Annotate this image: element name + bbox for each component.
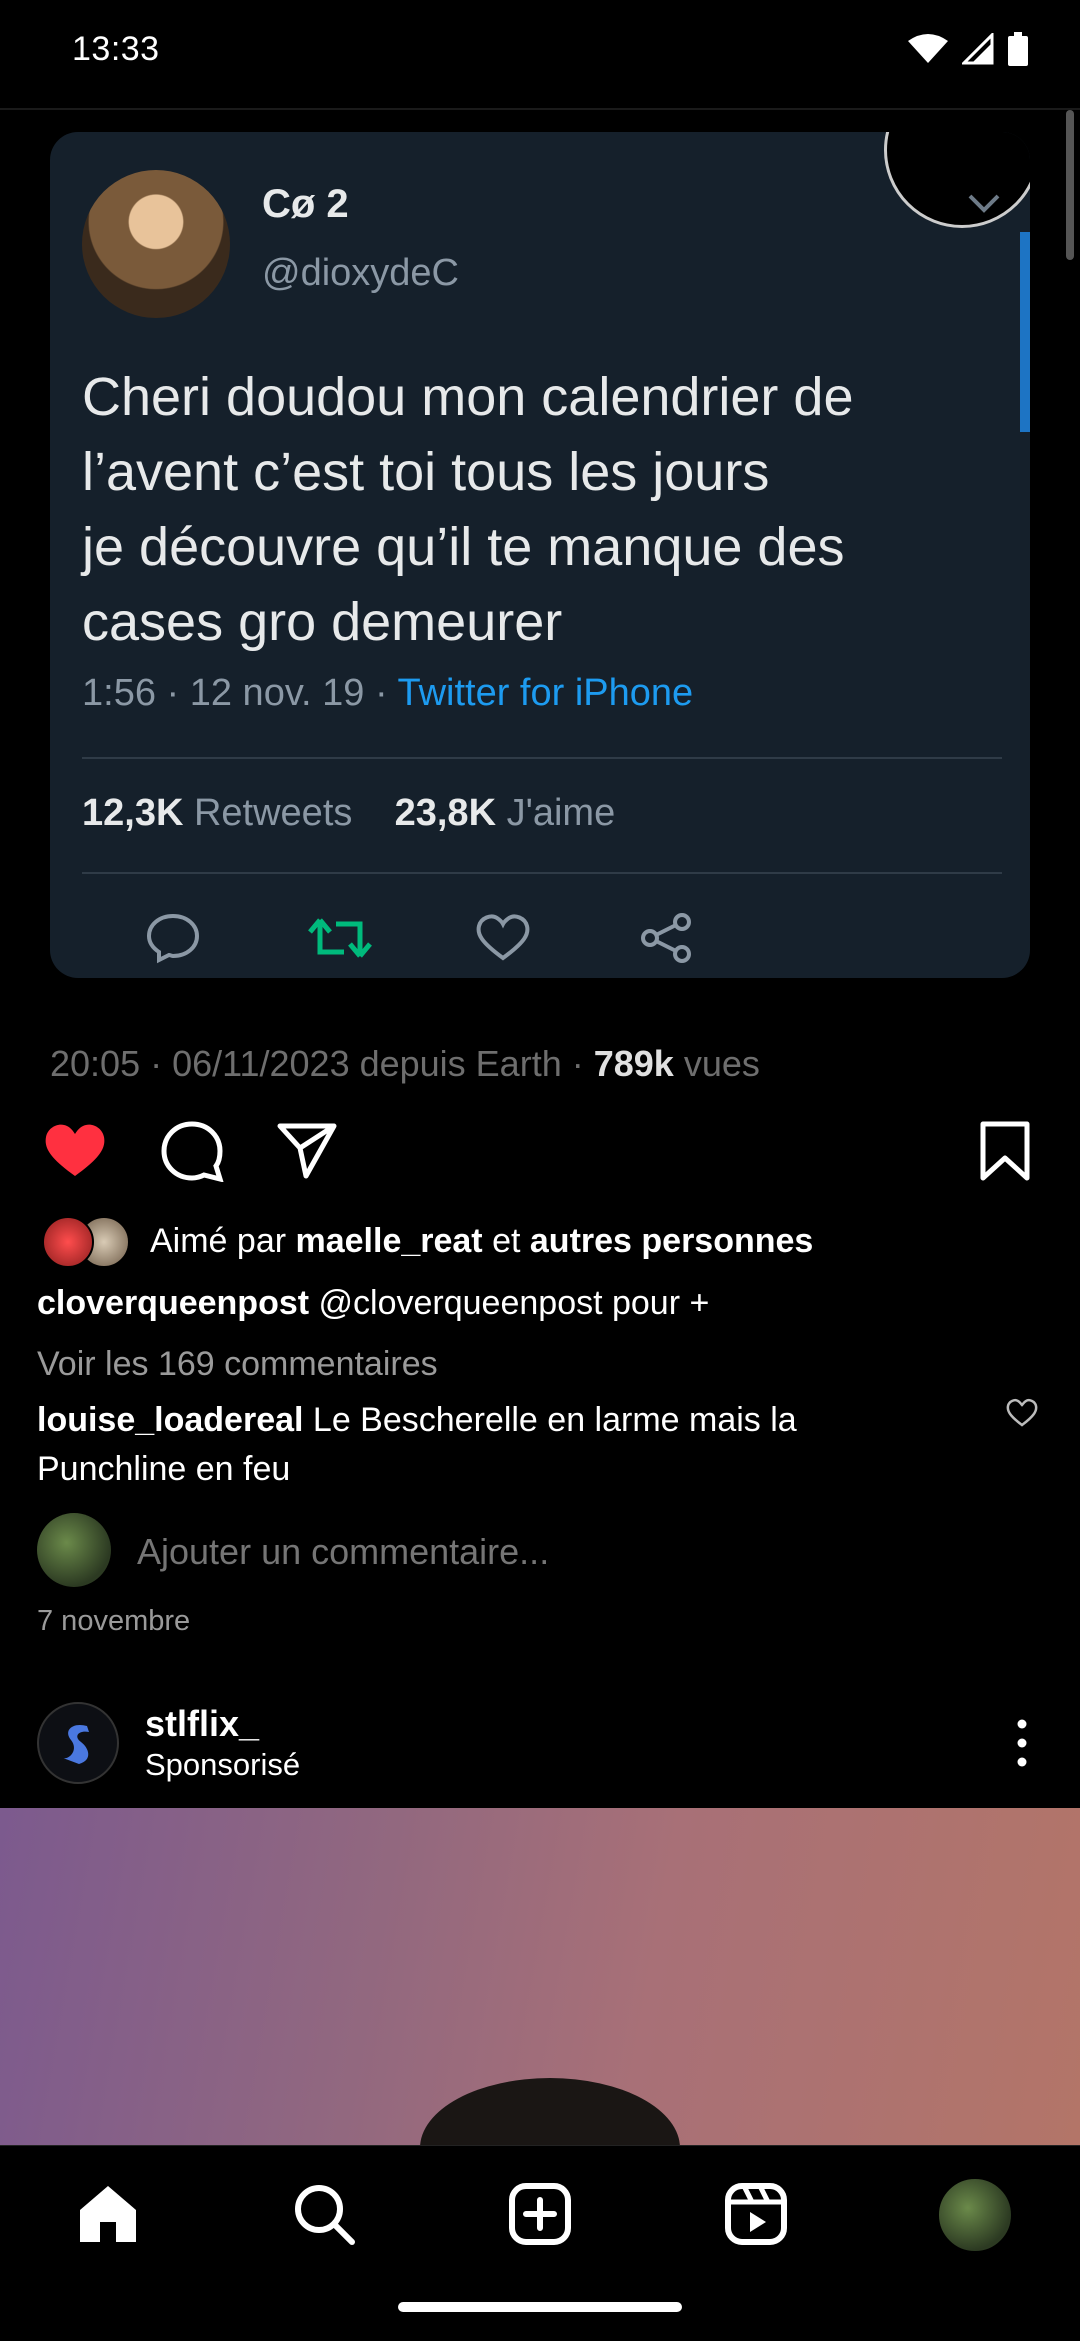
tweet-avatar: [82, 170, 230, 318]
bookmark-icon[interactable]: [978, 1120, 1032, 1182]
divider: [82, 872, 1002, 874]
tweet-card: Cø 2 @dioxydeC Cheri doudou mon calendri…: [50, 132, 1030, 978]
views-label: vues: [673, 1043, 760, 1084]
wifi-icon: [908, 34, 948, 63]
comment: louise_loadereal Le Bescherelle en larme…: [37, 1396, 867, 1494]
tweet-like-icon: [476, 914, 530, 961]
status-icons: [908, 32, 1028, 66]
likes-label: J'aime: [506, 792, 616, 834]
heart-icon[interactable]: [42, 1120, 108, 1180]
tweet-reply-icon: [146, 913, 200, 964]
status-time: 13:33: [72, 30, 160, 68]
likes-count: 23,8K: [394, 792, 497, 834]
views-count: 789k: [593, 1043, 674, 1084]
signal-icon: [962, 33, 994, 65]
tweet-meta: 1:56 · 12 nov. 19 · Twitter for iPhone: [82, 672, 693, 715]
profile-icon[interactable]: [936, 2176, 1014, 2254]
retweets-label: Retweets: [193, 792, 353, 834]
tweet-retweet-icon: [308, 918, 372, 958]
share-icon[interactable]: [276, 1120, 338, 1180]
comment-heart-icon[interactable]: [1006, 1398, 1038, 1428]
person-silhouette: [420, 2078, 680, 2148]
home-indicator[interactable]: [398, 2302, 682, 2312]
caption-text: @cloverqueenpost pour +: [309, 1284, 710, 1322]
likes-others[interactable]: autres personnes: [530, 1222, 813, 1260]
avatar[interactable]: [37, 1702, 119, 1784]
battery-icon: [1008, 32, 1028, 66]
retweets-count: 12,3K: [82, 792, 184, 834]
tweet-corner-overlay: [884, 132, 1030, 228]
create-icon[interactable]: [508, 2182, 572, 2246]
tweet-client: Twitter for iPhone: [397, 672, 694, 714]
view-comments-link[interactable]: Voir les 169 commentaires: [37, 1345, 438, 1384]
avatar: [37, 1513, 111, 1587]
likes-summary[interactable]: Aimé par maelle_reat et autres personnes: [150, 1222, 813, 1261]
stlflix-logo-icon: [63, 1724, 89, 1764]
sponsored-image[interactable]: [0, 1808, 1080, 2148]
sponsored-username[interactable]: stlflix_: [145, 1703, 259, 1745]
post-meta: 20:05 · 06/11/2023 depuis Earth · 789k v…: [50, 1043, 760, 1085]
tweet-time-date: 1:56 · 12 nov. 19 ·: [82, 672, 398, 714]
caption: cloverqueenpost @cloverqueenpost pour +: [37, 1284, 709, 1323]
tweet-scrollbar: [1020, 232, 1030, 432]
liker-username[interactable]: maelle_reat: [296, 1222, 483, 1260]
caption-username[interactable]: cloverqueenpost: [37, 1284, 309, 1322]
comment-username[interactable]: louise_loadereal: [37, 1401, 303, 1439]
add-comment-input[interactable]: [137, 1531, 737, 1573]
home-icon[interactable]: [76, 2182, 140, 2246]
page-scrollbar[interactable]: [1066, 110, 1074, 260]
chevron-down-icon: [968, 194, 1000, 213]
reels-icon[interactable]: [724, 2182, 788, 2246]
tweet-author-name: Cø 2: [262, 182, 349, 226]
avatar: [42, 1216, 94, 1268]
post-time-location: 20:05 · 06/11/2023 depuis Earth ·: [50, 1043, 594, 1084]
more-icon[interactable]: [1010, 1718, 1034, 1768]
likes-prefix: Aimé par: [150, 1222, 296, 1260]
liker-avatars[interactable]: [38, 1216, 138, 1268]
sponsored-label: Sponsorisé: [145, 1747, 301, 1782]
status-bar: 13:33: [0, 0, 1080, 108]
tweet-share-icon: [641, 913, 691, 963]
post-image[interactable]: Cø 2 @dioxydeC Cheri doudou mon calendri…: [0, 110, 1080, 1010]
tweet-stats: 12,3K Retweets 23,8K J'aime: [82, 792, 615, 835]
post-date: 7 novembre: [37, 1605, 191, 1637]
tweet-author-handle: @dioxydeC: [262, 252, 459, 294]
comment-icon[interactable]: [160, 1120, 224, 1182]
divider: [82, 757, 1002, 759]
likes-middle: et: [482, 1222, 530, 1260]
search-icon[interactable]: [292, 2182, 356, 2246]
tweet-text: Cheri doudou mon calendrier de l’avent c…: [82, 367, 854, 652]
